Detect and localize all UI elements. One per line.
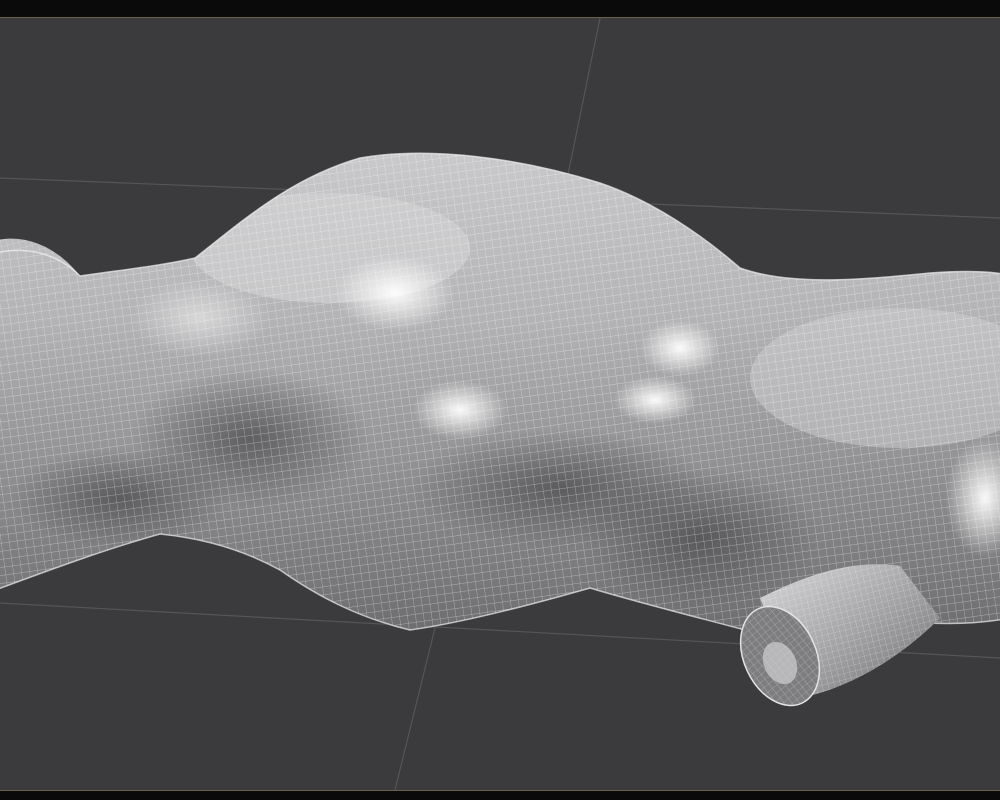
3d-viewport[interactable] <box>0 18 1000 790</box>
viewport-border-bottom <box>0 790 1000 791</box>
viewport-frame <box>0 0 1000 800</box>
viewport-canvas[interactable] <box>0 18 1000 790</box>
grid-line <box>394 627 436 790</box>
